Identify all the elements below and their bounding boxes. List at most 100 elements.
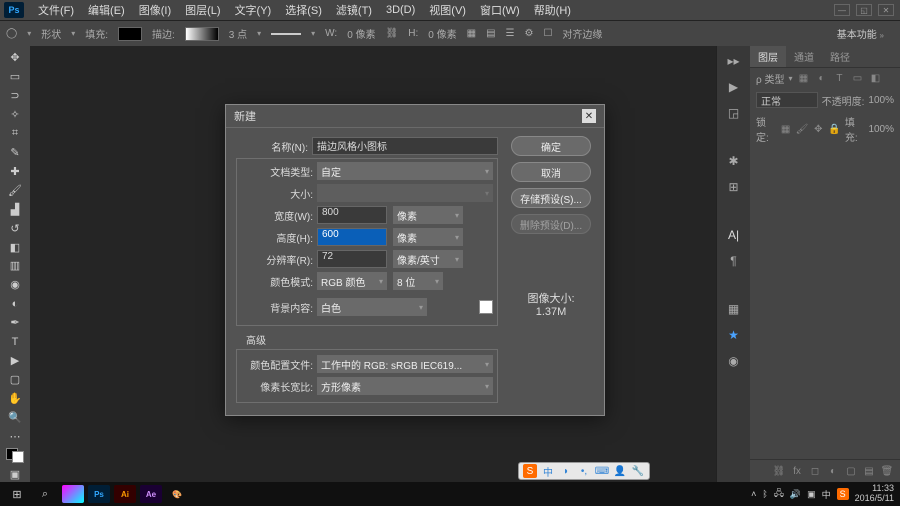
fill-value[interactable]: 100% [868,124,894,135]
tray-sogou-icon[interactable]: S [837,488,849,500]
filter-type-icon[interactable]: T [832,72,846,86]
menu-edit[interactable]: 编辑(E) [82,0,131,20]
eraser-tool[interactable]: ◧ [5,240,25,255]
stroke-weight[interactable]: 3 点 [229,26,247,41]
height-input[interactable]: 600 [317,228,387,246]
cancel-button[interactable]: 取消 [511,162,591,182]
menu-image[interactable]: 图像(I) [133,0,177,20]
dodge-tool[interactable]: ◐ [5,296,25,311]
group-icon[interactable]: ▢ [844,464,858,478]
adjustment-icon[interactable]: ◐ [826,464,840,478]
filter-adjust-icon[interactable]: ◐ [814,72,828,86]
opacity-value[interactable]: 100% [868,95,894,106]
fx-icon[interactable]: fx [790,464,804,478]
name-input[interactable]: 描边风格小图标 [312,137,498,155]
gear-icon[interactable]: ⚙ [524,28,533,39]
res-input[interactable]: 72 [317,250,387,268]
hand-tool[interactable]: ✋ [5,391,25,406]
filter-shape-icon[interactable]: ▭ [850,72,864,86]
actions-panel-icon[interactable]: ▶ [725,78,743,96]
shape-tool[interactable]: ▢ [5,372,25,387]
marquee-tool[interactable]: ▭ [5,69,25,84]
delete-layer-icon[interactable]: 🗑 [880,464,894,478]
align-icon[interactable]: ▤ [486,28,495,39]
pen-tool[interactable]: ✒ [5,315,25,330]
path-select-tool[interactable]: ▶ [5,353,25,368]
type-tool[interactable]: T [5,334,25,349]
ime-softkbd-icon[interactable]: ⌨ [595,464,609,478]
ime-toolbar[interactable]: S 中 ◗ •, ⌨ 👤 🔧 [518,462,650,480]
link-icon[interactable]: ⛓ [386,28,399,39]
tab-channels[interactable]: 通道 [786,46,822,67]
blend-mode-select[interactable]: 正常 [756,92,818,108]
size-select[interactable]: ▾ [317,184,493,202]
ime-lang-icon[interactable]: 中 [541,464,555,478]
zoom-tool[interactable]: 🔍 [5,410,25,425]
ime-tool-icon[interactable]: 🔧 [631,464,645,478]
move-tool[interactable]: ✥ [5,50,25,65]
gradient-tool[interactable]: ▥ [5,258,25,273]
menu-help[interactable]: 帮助(H) [528,0,577,20]
delete-preset-button[interactable]: 删除预设(D)... [511,214,591,234]
save-preset-button[interactable]: 存储预设(S)... [511,188,591,208]
stroke-style[interactable] [271,33,301,35]
taskbar-illustrator[interactable]: Ai [114,485,136,503]
lasso-tool[interactable]: ⊃ [5,88,25,103]
crop-tool[interactable]: ⌗ [5,126,25,141]
blur-tool[interactable]: ◉ [5,277,25,292]
wand-tool[interactable]: ✧ [5,107,25,122]
quickmask-tool[interactable]: ▣ [5,467,25,482]
opt-w-value[interactable]: 0 像素 [347,26,375,41]
fill-swatch[interactable] [118,27,142,41]
brush-panel-icon[interactable]: ✱ [725,152,743,170]
new-layer-icon[interactable]: ▤ [862,464,876,478]
link-layers-icon[interactable]: ⛓ [772,464,786,478]
restore-button[interactable]: ◱ [856,4,872,16]
eyedropper-tool[interactable]: ✎ [5,145,25,160]
taskbar-aftereffects[interactable]: Ae [140,485,162,503]
menu-3d[interactable]: 3D(D) [380,2,421,18]
menu-filter[interactable]: 滤镜(T) [330,0,378,20]
filter-smart-icon[interactable]: ◧ [868,72,882,86]
para-panel-icon[interactable]: ¶ [725,252,743,270]
taskbar-photoshop[interactable]: Ps [88,485,110,503]
tray-bt-icon[interactable]: ᛒ [762,489,767,499]
properties-panel-icon[interactable]: ◲ [725,104,743,122]
brush-tool[interactable]: 🖌 [5,183,25,198]
mode-select[interactable]: RGB 颜色▾ [317,272,387,290]
history-panel-icon[interactable]: ▸▸ [725,52,743,70]
stroke-swatch[interactable] [185,27,219,41]
stamp-tool[interactable]: ▟ [5,202,25,217]
menu-file[interactable]: 文件(F) [32,0,80,20]
width-input[interactable]: 800 [317,206,387,224]
aspect-select[interactable]: 方形像素▾ [317,377,493,395]
filter-pixel-icon[interactable]: ▦ [796,72,810,86]
taskbar-app-1[interactable] [62,485,84,503]
opt-align-edge[interactable]: 对齐边缘 [562,26,602,41]
char-panel-icon[interactable]: A| [725,226,743,244]
history-brush-tool[interactable]: ↺ [5,221,25,236]
search-icon[interactable]: ⌕ [34,485,56,503]
color-swatches[interactable] [6,448,24,463]
swatches-panel-icon[interactable]: ▦ [725,300,743,318]
ime-moon-icon[interactable]: ◗ [559,464,573,478]
bits-select[interactable]: 8 位▾ [393,272,443,290]
ime-punct-icon[interactable]: •, [577,464,591,478]
start-button[interactable]: ⊞ [6,485,28,503]
tray-flag-icon[interactable]: ▣ [807,489,816,500]
nav-panel-icon[interactable]: ◉ [725,352,743,370]
tab-layers[interactable]: 图层 [750,46,786,67]
opt-h-value[interactable]: 0 像素 [428,26,456,41]
arrange-icon[interactable]: ☰ [506,28,515,39]
tray-net-icon[interactable]: 🖧 [774,486,784,502]
tool-preset-icon[interactable]: ◯ [6,28,17,39]
menu-layer[interactable]: 图层(L) [179,0,226,20]
color-panel-icon[interactable]: ★ [725,326,743,344]
lock-trans-icon[interactable]: ▦ [780,122,792,136]
lock-pos-icon[interactable]: ✥ [812,122,824,136]
edit-toolbar[interactable]: ⋯ [5,429,25,444]
width-unit-select[interactable]: 像素▾ [393,206,463,224]
menu-type[interactable]: 文字(Y) [229,0,278,20]
bg-select[interactable]: 白色▾ [317,298,427,316]
lock-pixel-icon[interactable]: 🖌 [796,122,809,136]
